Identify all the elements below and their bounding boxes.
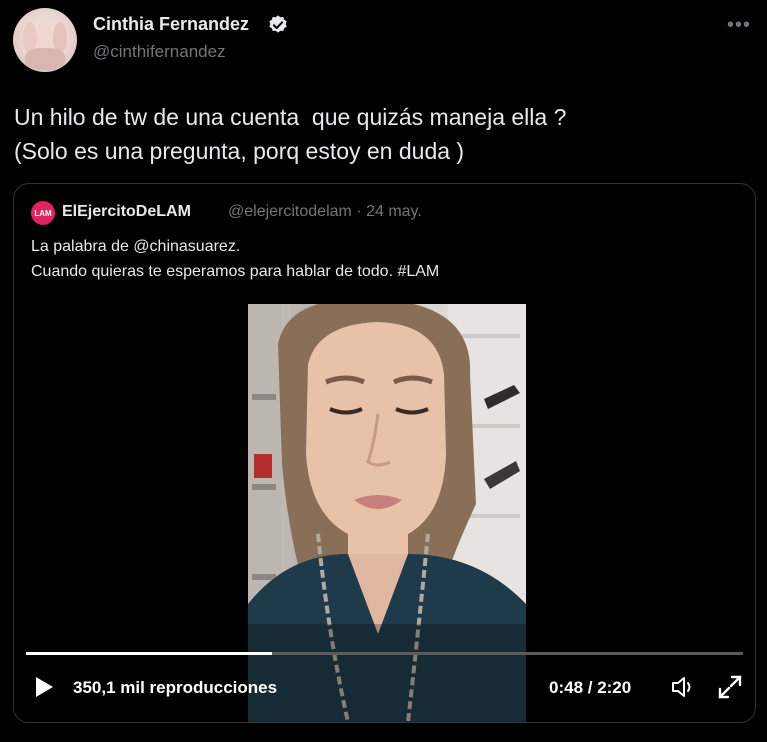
author-avatar[interactable]	[13, 8, 77, 72]
quoted-author-meta[interactable]: @elejercitodelam · 24 may.	[228, 203, 422, 221]
fullscreen-icon[interactable]	[717, 674, 743, 700]
play-icon[interactable]	[34, 676, 54, 698]
video-progress-fill	[26, 652, 272, 655]
quoted-tweet-text: La palabra de @chinasuarez. Cuando quier…	[31, 238, 440, 280]
quoted-author-avatar[interactable]: LAM	[31, 201, 55, 225]
author-name[interactable]: Cinthia Fernandez	[93, 14, 249, 35]
quoted-author-name[interactable]: ElEjercitoDeLAM	[62, 203, 191, 221]
quoted-tweet[interactable]: LAM ElEjercitoDeLAM @elejercitodelam · 2…	[13, 183, 756, 723]
volume-icon[interactable]	[670, 675, 696, 699]
more-icon[interactable]: •••	[727, 14, 751, 37]
author-handle[interactable]: @cinthifernandez	[93, 42, 226, 62]
tweet-text: Un hilo de tw de una cuenta que quizás m…	[14, 104, 567, 164]
video-frame[interactable]	[248, 304, 526, 722]
verified-badge-icon	[269, 15, 287, 33]
video-view-count: 350,1 mil reproducciones	[73, 678, 278, 697]
video-progress-bar[interactable]	[26, 652, 743, 655]
video-time: 0:48 / 2:20	[549, 678, 632, 697]
video-player[interactable]: 350,1 mil reproducciones 0:48 / 2:20	[14, 304, 755, 722]
